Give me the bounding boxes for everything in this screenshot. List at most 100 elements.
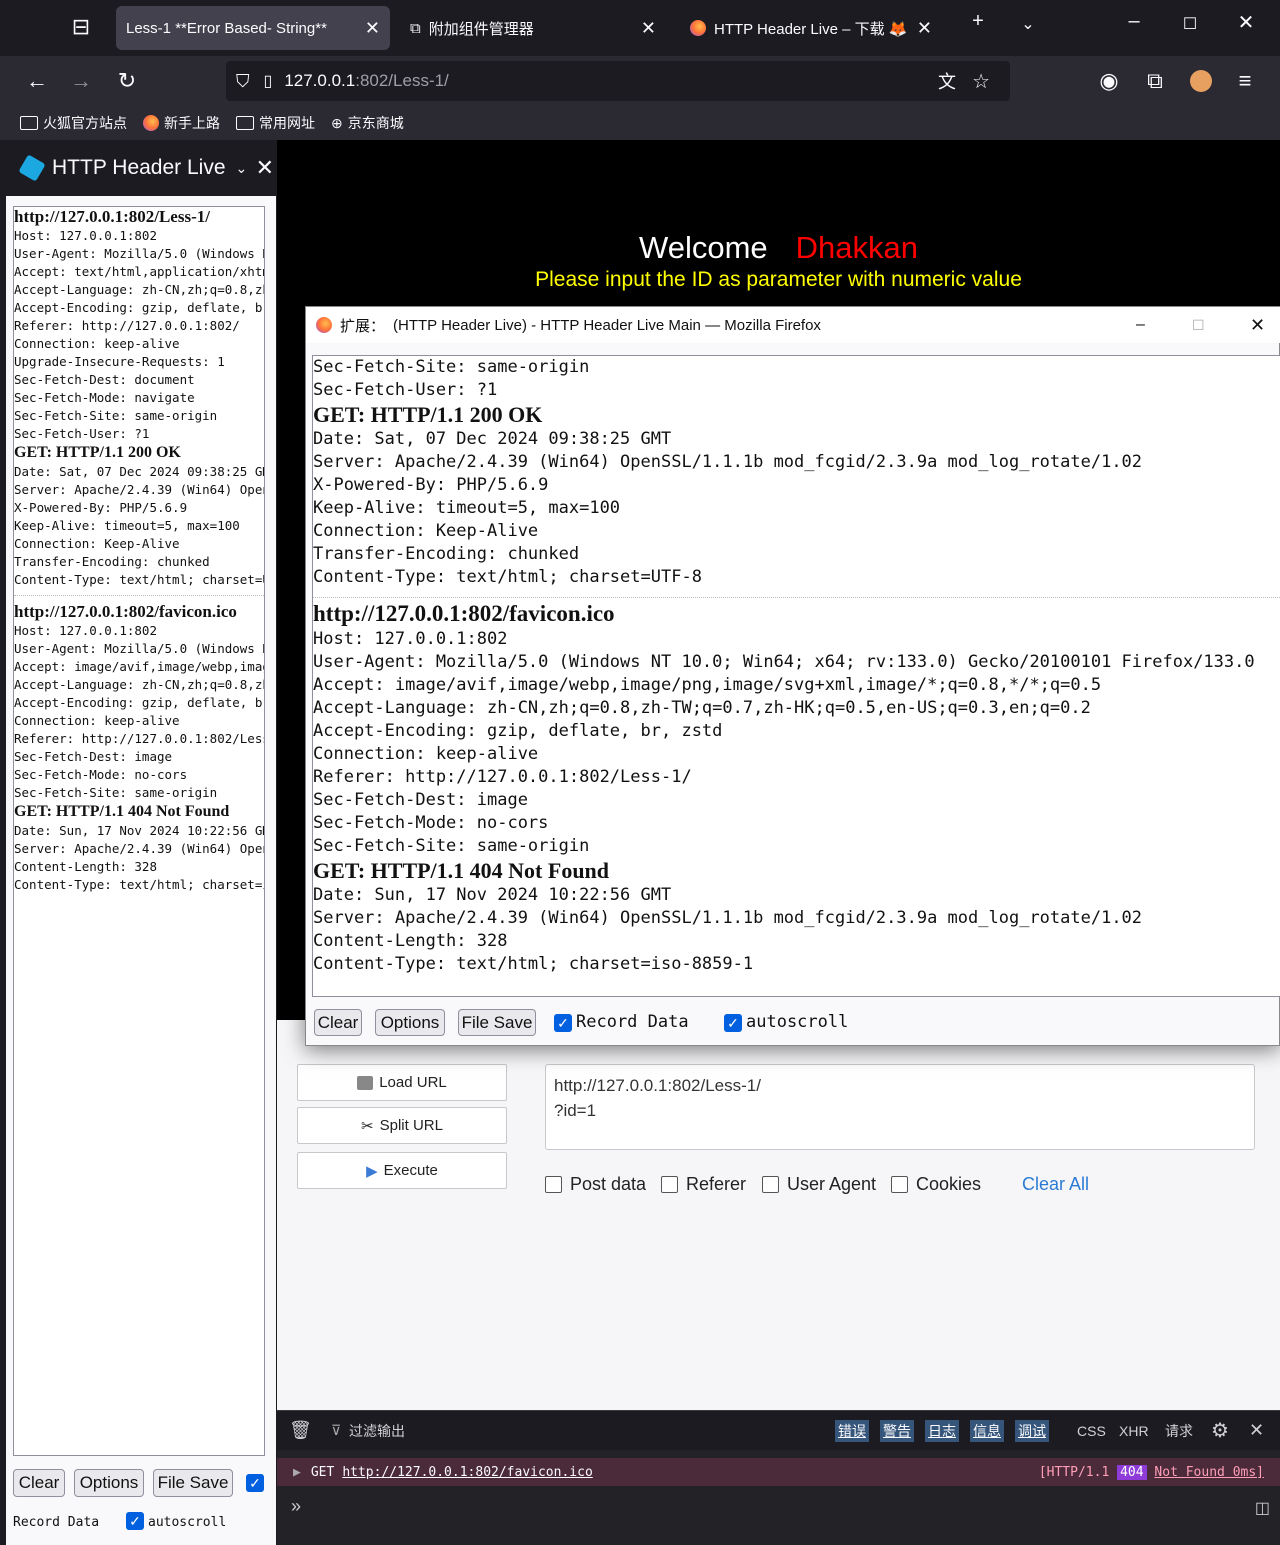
request-url: http://127.0.0.1:802/Less-1/ [14,207,210,226]
bookmark-item[interactable]: 火狐官方站点 [20,113,127,133]
filter-info[interactable]: 信息 [970,1419,1004,1442]
menu-icon[interactable]: ≡ [1228,64,1262,98]
sidebar-log-panel[interactable]: http://127.0.0.1:802/Less-1/Host: 127.0.… [13,206,265,1456]
request-url: http://127.0.0.1:802/favicon.ico [313,601,615,626]
bookmark-item[interactable]: 新手上路 [143,113,220,133]
trash-icon[interactable]: 🗑 [289,1420,312,1441]
record-data-checkbox[interactable]: ✓ [246,1474,264,1492]
filter-errors[interactable]: 错误 [835,1419,869,1442]
sidebar-title[interactable]: HTTP Header Live [52,156,226,180]
request-protocol: [HTTP/1.1 [1038,1464,1110,1480]
header-line: Connection: keep-alive [14,336,180,351]
header-line: Accept-Language: zh-CN,zh;q=0.8,zh-TW;q=… [313,698,1091,718]
url-bar[interactable]: ⛉ ▯ 127.0.0.1:802/Less-1/ 文 ☆ [226,61,1010,101]
firefox-icon [316,317,332,333]
clear-button[interactable]: Clear [314,1009,362,1036]
header-line: Content-Length: 328 [14,859,157,874]
options-button[interactable]: Options [375,1009,445,1036]
clear-all-link[interactable]: Clear All [1022,1174,1089,1195]
tab-addons[interactable]: ⧉ 附加组件管理器 ✕ [400,6,666,50]
page-icon: ▯ [263,73,273,90]
filter-xhr[interactable]: XHR [1119,1423,1149,1439]
console-message-row[interactable]: ▶ GET http://127.0.0.1:802/favicon.ico [… [277,1458,1280,1486]
filter-icon: ⊽ [331,1422,342,1438]
response-status: GET: HTTP/1.1 200 OK [14,444,181,461]
load-url-button[interactable]: Load URL [297,1064,507,1101]
header-line: X-Powered-By: PHP/5.6.9 [313,475,549,495]
expand-arrow-icon[interactable]: ▶ [293,1465,301,1480]
url-textarea[interactable]: http://127.0.0.1:802/Less-1/ ?id=1 [545,1064,1255,1150]
minimize-icon[interactable]: – [1114,10,1154,33]
autoscroll-checkbox[interactable]: ✓ [724,1014,742,1032]
popup-log-panel[interactable]: Sec-Fetch-Site: same-origin Sec-Fetch-Use… [312,355,1280,997]
sidebar-toggle-icon[interactable]: ◫ [1255,1498,1270,1518]
tab-less-1[interactable]: Less-1 **Error Based- String** ✕ [116,6,390,50]
close-icon[interactable]: ✕ [641,18,656,39]
filter-css[interactable]: CSS [1077,1423,1106,1439]
header-live-logo-icon [18,154,46,182]
header-line: Host: 127.0.0.1:802 [14,623,157,638]
account-icon[interactable]: ◉ [1092,64,1126,98]
file-save-button[interactable]: File Save [458,1009,536,1036]
user-agent-checkbox[interactable] [762,1176,779,1193]
gear-icon[interactable]: ⚙ [1211,1418,1229,1443]
translate-icon[interactable]: 文 [938,68,956,94]
filter-warnings[interactable]: 警告 [880,1419,914,1442]
minimize-icon[interactable]: – [1136,316,1145,334]
cookies-checkbox[interactable] [891,1176,908,1193]
referer-checkbox[interactable] [661,1176,678,1193]
puzzle-icon: ⧉ [410,19,421,37]
options-button[interactable]: Options [74,1469,144,1497]
tab-overview-icon[interactable]: ⊟ [64,10,98,44]
profile-avatar[interactable] [1184,64,1218,98]
header-line: User-Agent: Mozilla/5.0 (Windows NT 10.0… [14,246,264,261]
new-tab-icon[interactable]: + [958,10,998,33]
filter-logs[interactable]: 日志 [925,1419,959,1442]
maximize-icon[interactable]: ☐ [1192,317,1205,334]
close-icon[interactable]: ✕ [256,155,274,181]
window-close-icon[interactable]: ✕ [1226,10,1266,35]
chevron-down-icon[interactable]: ⌄ [236,160,248,177]
console-prompt-icon[interactable]: » [291,1496,301,1517]
sidebar: HTTP Header Live ⌄ ✕ http://127.0.0.1:80… [6,140,276,1545]
url-path: :802/Less-1/ [355,71,449,90]
shield-icon[interactable]: ⛉ [236,71,250,92]
welcome-name: Dhakkan [795,230,918,265]
filter-requests[interactable]: 请求 [1165,1421,1193,1441]
bookmark-item[interactable]: 常用网址 [236,113,315,133]
autoscroll-checkbox[interactable]: ✓ [126,1512,144,1530]
post-data-checkbox[interactable] [545,1176,562,1193]
clear-button[interactable]: Clear [13,1469,65,1497]
bookmark-label: 火狐官方站点 [43,115,127,131]
header-line: Accept-Encoding: gzip, deflate, br [14,300,265,315]
filter-debug[interactable]: 调试 [1015,1419,1049,1442]
user-agent-option[interactable]: User Agent [762,1174,876,1195]
split-url-button[interactable]: ✂ Split URL [297,1107,507,1144]
forward-icon[interactable]: → [64,64,98,98]
close-icon[interactable]: ✕ [1249,1420,1264,1441]
tab-list-chevron-icon[interactable]: ⌄ [1008,14,1048,34]
header-line: Connection: Keep-Alive [313,521,539,541]
request-block: http://127.0.0.1:802/favicon.ico Host: 12… [313,600,1280,976]
maximize-icon[interactable]: ☐ [1170,14,1210,34]
window-close-icon[interactable]: ✕ [1250,315,1265,336]
back-icon[interactable]: ← [20,64,54,98]
filter-input[interactable]: 过滤输出 [349,1421,405,1441]
file-save-button[interactable]: File Save [153,1469,233,1497]
close-icon[interactable]: ✕ [917,18,932,39]
textarea-line: ?id=1 [554,1101,597,1120]
post-data-option[interactable]: Post data [545,1174,646,1195]
referer-option[interactable]: Referer [661,1174,746,1195]
reload-icon[interactable]: ↻ [110,64,144,98]
header-line: Connection: keep-alive [313,744,539,764]
close-icon[interactable]: ✕ [365,18,380,39]
tab-header-live-download[interactable]: HTTP Header Live – 下载 🦊 ✕ [680,6,942,50]
request-url-link[interactable]: http://127.0.0.1:802/favicon.ico [342,1465,592,1480]
execute-button[interactable]: ▶ Execute [297,1152,507,1189]
cookies-option[interactable]: Cookies [891,1174,981,1195]
record-data-checkbox[interactable]: ✓ [554,1014,572,1032]
header-line: Date: Sun, 17 Nov 2024 10:22:56 GMT [313,885,672,905]
bookmark-item[interactable]: ⊕ 京东商城 [331,113,404,133]
extensions-icon[interactable]: ⧉ [1138,64,1172,98]
bookmark-star-icon[interactable]: ☆ [972,69,990,94]
